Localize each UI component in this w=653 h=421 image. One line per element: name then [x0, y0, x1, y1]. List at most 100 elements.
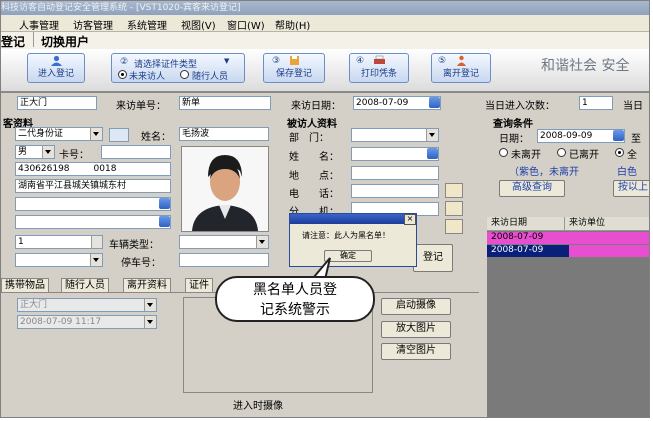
step3-marker: ③	[272, 56, 281, 66]
host-phone-field[interactable]	[351, 184, 439, 198]
row-unit	[569, 245, 649, 257]
visitor-count-stepper[interactable]: 1	[15, 235, 103, 249]
clear-image-button[interactable]: 清空图片	[381, 343, 451, 360]
calendar-dropdown-icon[interactable]	[429, 97, 440, 108]
enter-register-button[interactable]: 进入登记	[27, 53, 85, 83]
radio-left[interactable]	[557, 148, 566, 157]
row-date: 2008-07-09	[491, 232, 544, 242]
host-address-field[interactable]	[351, 166, 439, 180]
toolbar: 进入登记 ② 请选择证件类型 ▼ 未来访人 随行人员 ③ 保存登记 ④ 打印凭条…	[1, 49, 649, 93]
radio-all-label: 全	[627, 150, 637, 161]
stepper-arrows-icon[interactable]	[91, 236, 102, 248]
phone-book-icon[interactable]	[445, 219, 463, 234]
visit-no-field[interactable]: 新单	[179, 96, 271, 110]
query-by-button[interactable]: 按以上	[613, 180, 649, 197]
chevron-down-icon	[90, 128, 102, 140]
today-count-field[interactable]: 1	[579, 96, 613, 110]
phone-book-icon[interactable]	[445, 201, 463, 216]
dropdown-icon[interactable]	[159, 198, 170, 209]
switch-user-button[interactable]: 切换用户	[41, 33, 89, 50]
visitor-extra-field-2[interactable]	[15, 215, 171, 229]
parking-field[interactable]	[179, 253, 269, 267]
chevron-down-icon	[144, 299, 156, 311]
dropdown-icon[interactable]	[427, 148, 438, 159]
menu-view[interactable]: 视图(V)	[181, 17, 216, 32]
menu-system[interactable]: 系统管理	[127, 17, 167, 32]
radio-not-left[interactable]	[499, 148, 508, 157]
advanced-query-button[interactable]: 高级查询	[499, 180, 565, 197]
query-date-field[interactable]: 2008-09-09	[537, 129, 625, 143]
dialog-close-button[interactable]: ×	[404, 214, 416, 225]
dept-select[interactable]	[351, 128, 439, 142]
host-phone-label: 电 话：	[289, 189, 339, 200]
host-name-label: 姓 名：	[289, 152, 339, 163]
vehicle-type-select[interactable]	[179, 235, 269, 249]
radio-accompany[interactable]	[180, 70, 189, 79]
gender-value: 男	[18, 147, 28, 157]
lower-datetime-value: 2008-07-09 11:17	[20, 317, 102, 327]
table-row[interactable]: 2008-07-09	[487, 232, 649, 244]
window-title: 科技访客自动登记安全管理系统 - [VST1020-宾客来访登记]	[1, 3, 241, 13]
id-type-select[interactable]: 二代身份证	[15, 127, 103, 141]
visitor-extra-select[interactable]	[15, 253, 103, 267]
dropdown-icon[interactable]	[159, 216, 170, 227]
gate-field[interactable]: 正大门	[17, 96, 97, 110]
card-no-field[interactable]	[101, 145, 171, 159]
tab-documents[interactable]: 证件	[185, 278, 213, 292]
today-cut-label: 当日	[623, 101, 643, 112]
address-field[interactable]: 湖南省平江县城关镇城东村	[15, 179, 171, 193]
doc-type-panel: ② 请选择证件类型 ▼ 未来访人 随行人员	[111, 53, 245, 83]
chevron-down-icon	[144, 316, 156, 328]
title-bar: 科技访客自动登记安全管理系统 - [VST1020-宾客来访登记]	[1, 1, 649, 15]
column-visit-unit[interactable]: 来访单位	[565, 217, 649, 231]
register-button-partial[interactable]: 登记	[413, 244, 453, 272]
gender-select[interactable]: 男	[15, 145, 55, 159]
visitor-photo	[181, 146, 269, 232]
tab-leave-info[interactable]: 离开资料	[123, 278, 171, 292]
id-number-value: 430626198	[18, 164, 70, 174]
portrait-image	[182, 147, 268, 231]
radio-all[interactable]	[615, 148, 624, 157]
print-slip-button[interactable]: ④ 打印凭条	[349, 53, 409, 83]
visit-date-value: 2008-07-09	[356, 98, 409, 108]
chevron-down-icon	[256, 236, 268, 248]
step4-marker: ④	[356, 56, 365, 66]
radio-visitor-first[interactable]	[118, 70, 127, 79]
tab-register[interactable]: 登记	[1, 33, 25, 50]
menu-help[interactable]: 帮助(H)	[275, 17, 310, 32]
card-no-label: 卡号：	[59, 150, 89, 161]
host-name-field[interactable]	[351, 147, 439, 161]
enter-capture-label: 进入时摄像	[233, 401, 283, 412]
print-slip-label: 打印凭条	[360, 69, 397, 79]
person-icon	[50, 55, 62, 66]
mode-bar: 登记 切换用户	[1, 32, 649, 50]
enter-register-label: 进入登记	[37, 69, 74, 79]
leave-register-button[interactable]: ⑤ 离开登记	[431, 53, 491, 83]
column-visit-date[interactable]: 来访日期	[487, 217, 565, 231]
menu-visitor[interactable]: 访客管理	[73, 17, 113, 32]
calendar-dropdown-icon[interactable]	[613, 130, 624, 141]
chevron-down-icon	[90, 254, 102, 266]
enlarge-image-button[interactable]: 放大图片	[381, 321, 451, 338]
phone-book-icon[interactable]	[445, 183, 463, 198]
menu-hr[interactable]: 人事管理	[19, 17, 59, 32]
start-capture-button[interactable]: 启动摄像	[381, 298, 451, 315]
id-card-reader-icon[interactable]	[109, 128, 129, 142]
name-field[interactable]: 毛扬波	[179, 127, 269, 141]
parking-label: 停车号：	[121, 258, 161, 269]
tab-accompany[interactable]: 随行人员	[61, 278, 109, 292]
save-register-button[interactable]: ③ 保存登记	[263, 53, 325, 83]
tab-carried-items[interactable]: 携带物品	[1, 278, 49, 292]
host-section-title: 被访人资料	[287, 119, 337, 130]
id-number-field[interactable]: 430626198 0018	[15, 162, 171, 176]
callout-line-2: 记系统警示	[260, 302, 330, 318]
visit-date-field[interactable]: 2008-07-09	[353, 96, 441, 110]
menu-window[interactable]: 窗口(W)	[227, 17, 265, 32]
query-date-label: 日期：	[499, 134, 529, 145]
host-address-label: 地 点：	[289, 171, 339, 182]
menu-bar: 人事管理 访客管理 系统管理 视图(V) 窗口(W) 帮助(H)	[1, 15, 649, 32]
table-row[interactable]: 2008-07-09	[487, 245, 649, 257]
query-to-label: 至	[631, 134, 641, 145]
step5-marker: ⑤	[438, 56, 447, 66]
visitor-extra-field-1[interactable]	[15, 197, 171, 211]
